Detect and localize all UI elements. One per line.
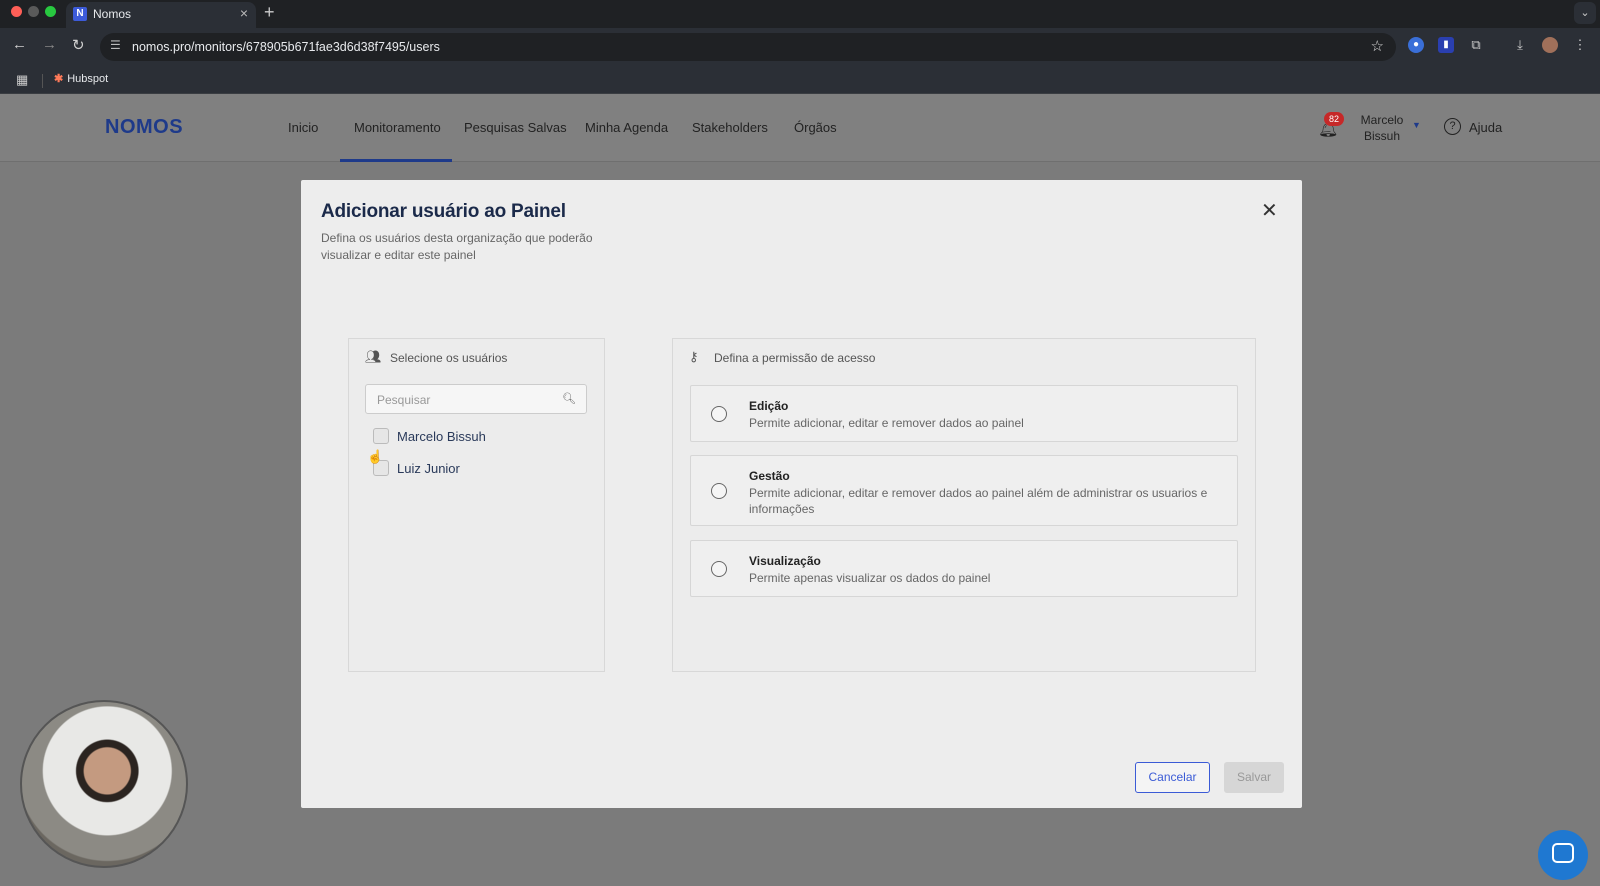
help-icon[interactable]: ? (1444, 118, 1461, 135)
search-icon: 🔍︎ (562, 393, 576, 405)
nomos-logo[interactable]: NOMOS (105, 116, 183, 139)
tab-close-icon[interactable]: × (240, 5, 248, 21)
minimize-window-button[interactable] (28, 6, 39, 17)
extension-icon[interactable]: ● (1408, 37, 1424, 53)
permissions-panel-heading: Defina a permissão de acesso (714, 351, 876, 365)
permission-option-gestao[interactable]: Gestão Permite adicionar, editar e remov… (690, 455, 1238, 526)
nav-item-monitoramento[interactable]: Monitoramento (354, 120, 441, 135)
extensions-puzzle-icon[interactable]: ⧉ (1468, 37, 1484, 53)
browser-toolbar: ← → ↻ ☰ nomos.pro/monitors/678905b671fae… (0, 28, 1600, 66)
chat-bubble-icon (1552, 843, 1574, 863)
permission-radio[interactable] (711, 561, 727, 577)
close-icon[interactable]: ✕ (1261, 198, 1278, 223)
forward-arrow-icon[interactable]: → (42, 36, 57, 53)
bookmark-label: Hubspot (67, 73, 109, 85)
key-icon: ⚷ (689, 349, 699, 364)
user-menu-name[interactable]: Marcelo Bissuh (1352, 112, 1412, 144)
browser-menu-icon[interactable]: ⋮ (1572, 37, 1588, 53)
browser-tab-bar: N Nomos × + ⌄ (0, 0, 1600, 28)
save-button[interactable]: Salvar (1224, 762, 1284, 793)
bookmark-star-icon[interactable]: ☆ (1371, 37, 1384, 55)
back-arrow-icon[interactable]: ← (12, 36, 27, 53)
permission-option-visualizacao[interactable]: Visualização Permite apenas visualizar o… (690, 540, 1238, 597)
bookmark-hubspot[interactable]: ✱ Hubspot (54, 72, 108, 85)
permissions-panel: ⚷ Defina a permissão de acesso Edição Pe… (672, 338, 1256, 672)
notification-badge: 82 (1324, 112, 1344, 126)
nav-item-stakeholders[interactable]: Stakeholders (692, 120, 768, 135)
profile-avatar[interactable] (1542, 37, 1558, 53)
maximize-window-button[interactable] (45, 6, 56, 17)
nav-item-minha-agenda[interactable]: Minha Agenda (585, 120, 668, 135)
close-window-button[interactable] (11, 6, 22, 17)
user-search-input[interactable]: Pesquisar 🔍︎ (365, 384, 587, 414)
nav-item-orgaos[interactable]: Órgãos (794, 120, 837, 135)
webcam-overlay (20, 700, 188, 868)
chevron-down-icon[interactable]: ▼ (1412, 120, 1421, 130)
tab-title: Nomos (93, 7, 132, 21)
permission-description: Permite apenas visualizar os dados do pa… (749, 571, 991, 585)
reload-icon[interactable]: ↻ (72, 36, 85, 54)
hand-cursor-icon: ☝ (367, 449, 384, 464)
permission-title: Visualização (749, 554, 821, 568)
address-bar[interactable]: ☰ nomos.pro/monitors/678905b671fae3d6d38… (100, 33, 1396, 61)
permission-description: Permite adicionar, editar e remover dado… (749, 486, 1208, 516)
active-nav-indicator (340, 159, 452, 162)
site-info-icon[interactable]: ☰ (110, 38, 121, 52)
permission-title: Edição (749, 399, 789, 413)
user-checkbox[interactable] (373, 428, 389, 444)
user-label[interactable]: Luiz Junior (397, 461, 460, 476)
permission-description: Permite adicionar, editar e remover dado… (749, 416, 1024, 430)
nav-item-pesquisas-salvas[interactable]: Pesquisas Salvas (464, 120, 567, 135)
bookmarks-bar: ▦ ✱ Hubspot (0, 66, 1600, 94)
url-text[interactable]: nomos.pro/monitors/678905b671fae3d6d38f7… (132, 40, 440, 54)
download-icon[interactable]: ⤓ (1512, 37, 1528, 53)
permission-title: Gestão (749, 469, 790, 483)
add-user-modal: Adicionar usuário ao Painel Defina os us… (301, 180, 1302, 808)
users-icon: 👥︎ (365, 349, 382, 364)
users-panel-heading: Selecione os usuários (390, 351, 508, 365)
permission-option-edicao[interactable]: Edição Permite adicionar, editar e remov… (690, 385, 1238, 442)
nav-item-inicio[interactable]: Inicio (288, 120, 318, 135)
extension-icon[interactable]: ▮ (1438, 37, 1454, 53)
help-link[interactable]: Ajuda (1469, 120, 1502, 135)
app-header: NOMOS Inicio Monitoramento Pesquisas Sal… (0, 94, 1600, 162)
permission-radio[interactable] (711, 483, 727, 499)
bookmark-divider (42, 74, 43, 88)
modal-title: Adicionar usuário ao Painel (321, 201, 566, 222)
cancel-button[interactable]: Cancelar (1135, 762, 1210, 793)
nomos-favicon-icon: N (73, 7, 87, 21)
chat-support-button[interactable] (1538, 830, 1588, 880)
apps-grid-icon[interactable]: ▦ (16, 72, 28, 88)
permission-radio[interactable] (711, 406, 727, 422)
search-placeholder: Pesquisar (377, 393, 431, 407)
hubspot-icon: ✱ (54, 73, 64, 85)
modal-subtitle: Defina os usuários desta organização que… (321, 231, 593, 262)
new-tab-button[interactable]: + (264, 2, 275, 23)
browser-tab[interactable]: N Nomos × (66, 2, 256, 28)
tab-search-icon[interactable]: ⌄ (1574, 2, 1596, 24)
user-label[interactable]: Marcelo Bissuh (397, 429, 486, 444)
users-panel: 👥︎ Selecione os usuários Pesquisar 🔍︎ Ma… (348, 338, 605, 672)
